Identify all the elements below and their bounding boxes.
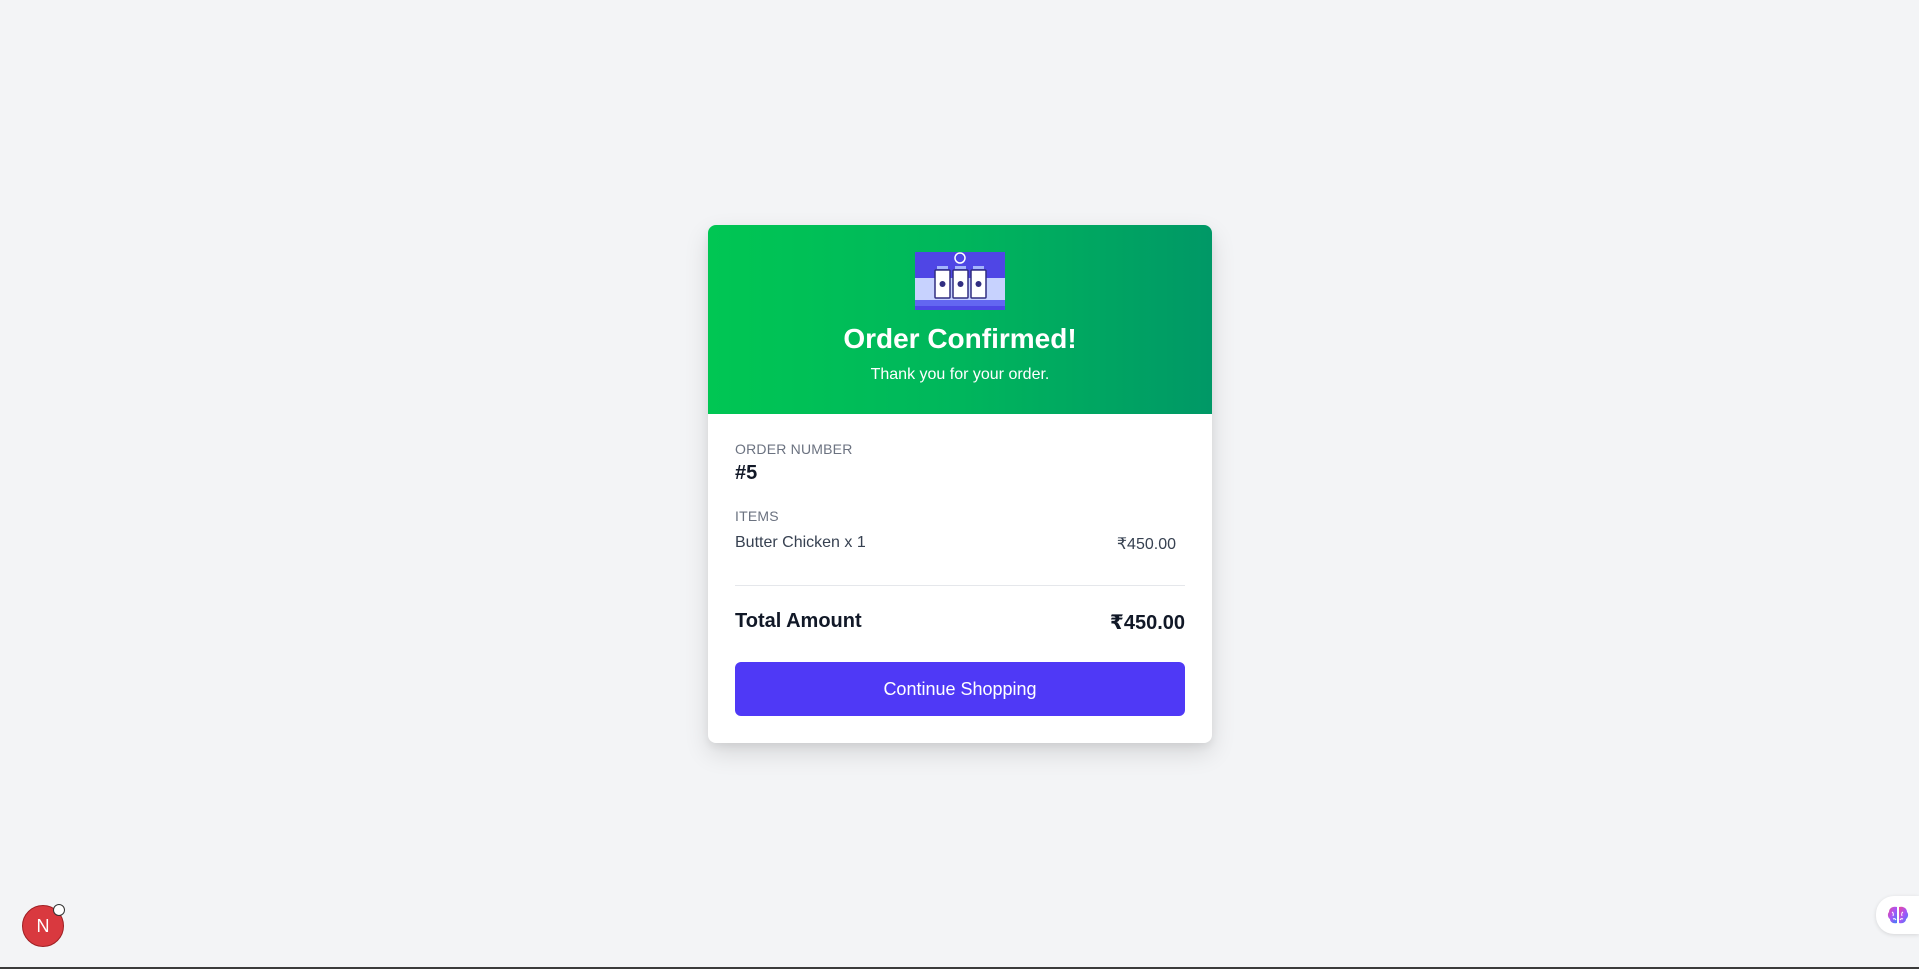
store-front-icon <box>915 252 1005 310</box>
confirmation-subtitle: Thank you for your order. <box>870 366 1050 383</box>
item-price: ₹450.00 <box>1116 536 1176 553</box>
nextjs-icon: N <box>36 915 50 936</box>
order-details: ORDER NUMBER #5 ITEMS Butter Chicken x 1… <box>708 414 1212 743</box>
brain-icon <box>1887 906 1908 924</box>
confirmation-header: Order Confirmed! Thank you for your orde… <box>708 225 1212 414</box>
total-label: Total Amount <box>735 610 862 632</box>
items-label: ITEMS <box>735 508 779 524</box>
badge-indicator-dot <box>53 904 65 916</box>
total-amount: ₹450.00 <box>1109 612 1185 634</box>
total-row: Total Amount ₹450.00 <box>735 610 1185 635</box>
confirmation-title: Order Confirmed! <box>843 323 1077 354</box>
nextjs-dev-badge[interactable]: N <box>22 904 65 947</box>
divider <box>735 585 1185 586</box>
order-item-row: Butter Chicken x 1 ₹450.00 <box>735 534 1176 554</box>
order-number-label: ORDER NUMBER <box>735 441 853 457</box>
order-confirmation-card: Order Confirmed! Thank you for your orde… <box>708 225 1212 743</box>
assistant-tab[interactable] <box>1876 896 1919 934</box>
item-name: Butter Chicken x 1 <box>735 534 866 551</box>
continue-shopping-button[interactable]: Continue Shopping <box>735 662 1185 716</box>
order-number: #5 <box>735 462 758 484</box>
page: Order Confirmed! Thank you for your orde… <box>0 0 1919 969</box>
